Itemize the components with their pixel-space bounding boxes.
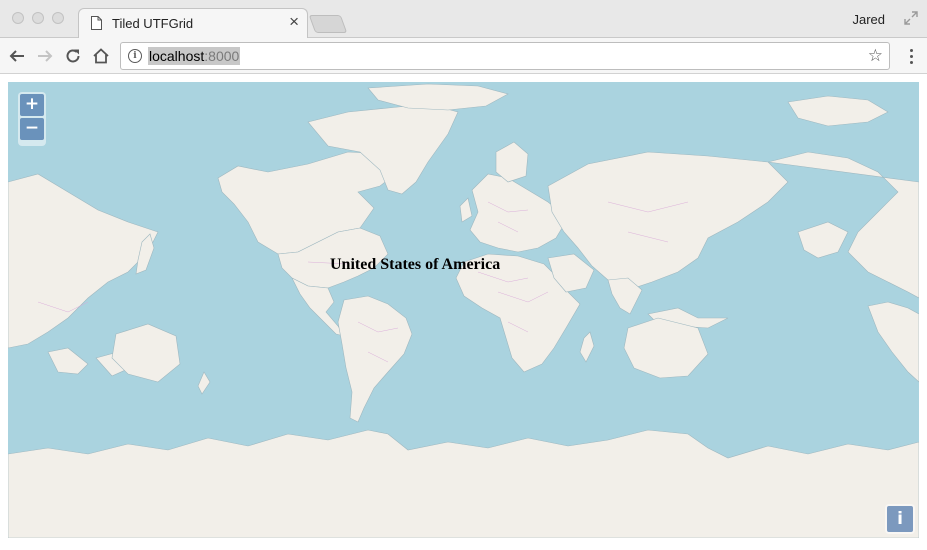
browser-tab[interactable]: Tiled UTFGrid × — [78, 8, 308, 39]
attribution-info-button[interactable]: i — [887, 506, 913, 532]
bookmark-star-icon[interactable]: ☆ — [868, 46, 883, 66]
address-bar[interactable]: i localhost:8000 ☆ — [120, 42, 890, 70]
arrow-left-icon — [9, 50, 24, 62]
reload-icon — [66, 49, 80, 63]
profile-name[interactable]: Jared — [852, 12, 885, 27]
home-icon — [93, 48, 109, 64]
browser-toolbar: i localhost:8000 ☆ — [0, 38, 927, 74]
zoom-controls: + − — [18, 92, 46, 146]
country-hover-label: United States of America — [330, 256, 501, 273]
browser-menu-icon[interactable] — [910, 49, 914, 67]
zoom-out-button[interactable]: − — [20, 118, 44, 140]
forward-button[interactable] — [34, 45, 56, 67]
world-map-tiles — [8, 83, 919, 538]
browser-titlebar: Tiled UTFGrid × Jared — [0, 0, 927, 39]
url-text[interactable]: localhost:8000 — [148, 47, 241, 65]
document-icon — [91, 16, 102, 30]
close-tab-icon[interactable]: × — [289, 13, 299, 31]
maximize-window-button[interactable] — [52, 12, 64, 24]
home-button[interactable] — [90, 45, 112, 67]
back-button[interactable] — [6, 45, 28, 67]
site-info-icon[interactable]: i — [128, 49, 142, 63]
close-window-button[interactable] — [12, 12, 24, 24]
fullscreen-icon[interactable] — [903, 10, 919, 26]
zoom-in-button[interactable]: + — [20, 94, 44, 116]
new-tab-button[interactable] — [308, 15, 348, 33]
arrow-right-icon — [38, 50, 53, 62]
reload-button[interactable] — [62, 45, 84, 67]
map-viewport[interactable]: + − United States of America i — [8, 82, 919, 538]
tab-title: Tiled UTFGrid — [112, 16, 194, 31]
minimize-window-button[interactable] — [32, 12, 44, 24]
attribution-control: i — [885, 504, 915, 534]
